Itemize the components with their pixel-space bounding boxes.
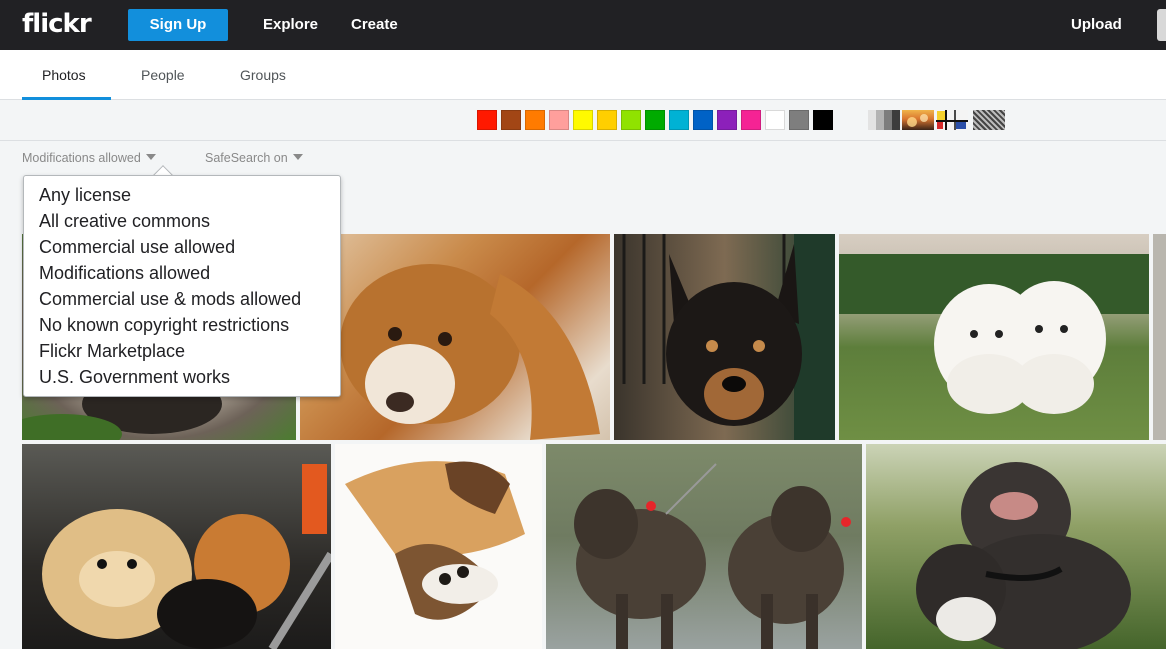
color-swatch-pink[interactable]: [549, 110, 569, 130]
flickr-logo[interactable]: flickr: [22, 8, 92, 40]
safesearch-filter-label: SafeSearch on: [205, 151, 288, 165]
license-option-marketplace[interactable]: Flickr Marketplace: [24, 338, 340, 364]
license-option-modifications[interactable]: Modifications allowed: [24, 260, 340, 286]
color-swatch-lime[interactable]: [621, 110, 641, 130]
safesearch-filter-dropdown[interactable]: SafeSearch on: [205, 151, 303, 165]
color-swatch-teal[interactable]: [669, 110, 689, 130]
patterns-icon[interactable]: [973, 110, 1005, 130]
license-filter-dropdown[interactable]: Modifications allowed: [22, 151, 156, 165]
color-swatch-black[interactable]: [813, 110, 833, 130]
pomeranians-photo[interactable]: [22, 444, 331, 649]
black-tan-dog-photo[interactable]: [614, 234, 835, 440]
license-option-no-known-copyright[interactable]: No known copyright restrictions: [24, 312, 340, 338]
color-swatch-brown[interactable]: [501, 110, 521, 130]
color-swatch-purple[interactable]: [717, 110, 737, 130]
color-swatch-green[interactable]: [645, 110, 665, 130]
partial-photo-right[interactable]: [1153, 234, 1166, 440]
shallow-depth-of-field-icon[interactable]: [902, 110, 934, 130]
upload-link[interactable]: Upload: [1071, 15, 1122, 35]
sleeping-dog-photo[interactable]: [335, 444, 542, 649]
color-swatch-yellow[interactable]: [573, 110, 593, 130]
license-option-all-cc[interactable]: All creative commons: [24, 208, 340, 234]
color-swatch-blue[interactable]: [693, 110, 713, 130]
tab-people[interactable]: People: [141, 67, 185, 83]
color-swatch-red[interactable]: [477, 110, 497, 130]
flickr-search-page: flickr Sign Up Explore Create Upload Pho…: [0, 0, 1166, 649]
search-tabs: Photos People Groups: [0, 50, 1166, 100]
sign-up-button[interactable]: Sign Up: [128, 9, 228, 41]
top-navigation: flickr Sign Up Explore Create Upload: [0, 0, 1166, 50]
license-option-us-government[interactable]: U.S. Government works: [24, 364, 340, 390]
color-filter-bar: [0, 101, 1166, 141]
chevron-down-icon: [292, 154, 303, 160]
color-swatch-white[interactable]: [765, 110, 785, 130]
two-bichon-photo[interactable]: [839, 234, 1149, 440]
account-menu-button[interactable]: [1157, 9, 1166, 41]
license-option-commercial-mods[interactable]: Commercial use & mods allowed: [24, 286, 340, 312]
tab-groups[interactable]: Groups: [240, 67, 286, 83]
color-swatch-magenta[interactable]: [741, 110, 761, 130]
color-swatch-gold[interactable]: [597, 110, 617, 130]
tab-photos[interactable]: Photos: [42, 67, 86, 83]
two-brindle-dogs-photo[interactable]: [546, 444, 862, 649]
license-filter-label: Modifications allowed: [22, 151, 141, 165]
create-link[interactable]: Create: [351, 15, 398, 35]
license-option-any[interactable]: Any license: [24, 182, 340, 208]
color-swatch-orange[interactable]: [525, 110, 545, 130]
cocker-spaniel-photo[interactable]: [300, 234, 610, 440]
bulldogs-photo[interactable]: [866, 444, 1166, 649]
explore-link[interactable]: Explore: [263, 15, 318, 35]
active-tab-indicator: [22, 97, 111, 100]
license-menu: Any license All creative commons Commerc…: [23, 175, 341, 397]
black-and-white-icon[interactable]: [868, 110, 900, 130]
chevron-down-icon: [145, 154, 156, 160]
color-swatch-gray[interactable]: [789, 110, 809, 130]
minimalist-icon[interactable]: [936, 110, 968, 130]
license-option-commercial[interactable]: Commercial use allowed: [24, 234, 340, 260]
